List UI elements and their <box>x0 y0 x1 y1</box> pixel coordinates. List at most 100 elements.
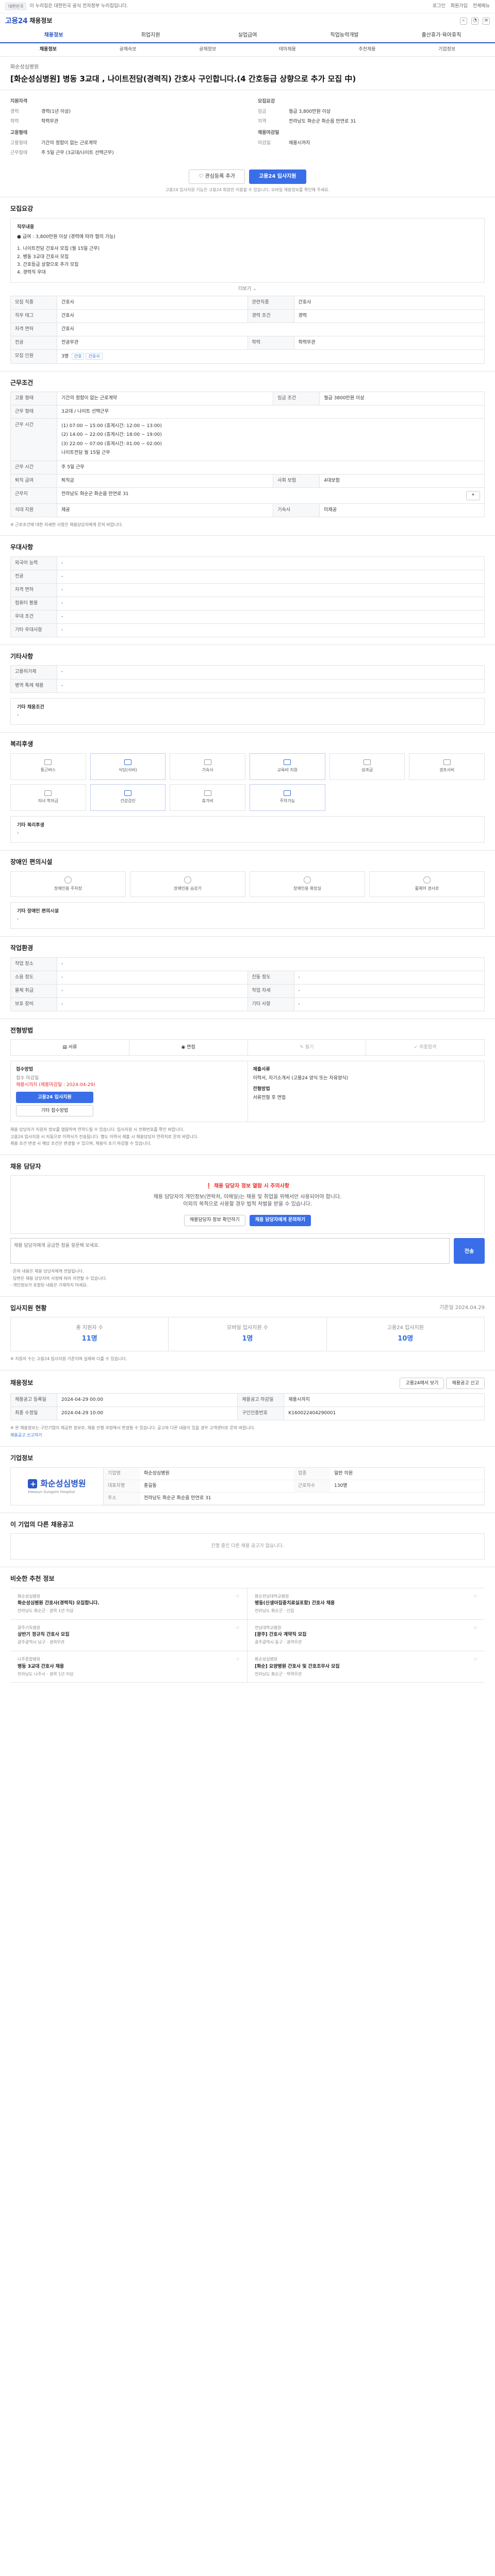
company-name[interactable]: 화순성심병원 <box>10 64 485 72</box>
nav-job[interactable]: 채용정보 <box>5 32 102 40</box>
signup-link[interactable]: 회원가입 <box>451 3 468 10</box>
apply-button[interactable]: 고용24 입사지원 <box>249 169 306 184</box>
job-title-link[interactable]: [화순] 요양병원 간호사 및 간호조무사 모집 <box>255 1664 477 1670</box>
empty-state: 진행 중인 다른 채용 공고가 없습니다. <box>10 1533 485 1560</box>
list-item[interactable]: ☆ 나주종합병원 병동 3교대 간호사 채용 전라남도 나주시 · 경력 1년 이상 <box>10 1651 248 1683</box>
report-button[interactable]: 채용공고 신고 <box>446 1378 485 1389</box>
table-header: 보호 장비 <box>10 997 57 1011</box>
star-icon[interactable]: ☆ <box>236 1656 240 1663</box>
allmenu-link[interactable]: 전체메뉴 <box>473 3 490 10</box>
star-icon[interactable]: ☆ <box>236 1625 240 1632</box>
wage-value: 월급 3,800만원 이상 <box>289 109 331 114</box>
menu-icon[interactable]: ≡ <box>483 18 490 25</box>
nav-support[interactable]: 취업지원 <box>102 32 199 40</box>
list-item[interactable]: ☆ 화순전남대학교병원 병동(신생아집중치료실포함) 간호사 채용 전라남도 화순군 … <box>248 1588 485 1620</box>
job-tag[interactable]: 간호 <box>71 352 85 360</box>
report-link[interactable]: 채용공고 신고하기 <box>10 1433 42 1437</box>
section-title: 모집요강 <box>10 205 34 213</box>
subnav-item[interactable]: 추천채용 <box>327 46 407 53</box>
table-header: 우대 조건 <box>10 609 57 624</box>
qa-send-button[interactable]: 전송 <box>454 1238 485 1264</box>
job-title: [화순성심병원] 병동 3교대 , 나이트전담(경력직) 간호사 구인합니다.(… <box>10 74 356 83</box>
welfare-other-head: 기타 복리후생 <box>17 822 44 828</box>
job-title-link[interactable]: 화순성심병원 간호사(경력직) 모집합니다. <box>18 1600 240 1607</box>
etc-value: - <box>17 712 19 718</box>
job-title-link[interactable]: 병동 3교대 간호사 채용 <box>18 1664 240 1670</box>
qa-input[interactable] <box>10 1238 450 1264</box>
workcond-note: ※ 근로조건에 대한 자세한 사항은 채용담당자에게 문의 바랍니다. <box>10 522 123 527</box>
star-icon[interactable]: ☆ <box>473 1656 477 1663</box>
workcond-section: 근무조건 고용 형태 기간의 정함이 없는 근로계약 임금 조건 월급 3800만원 … <box>0 370 495 536</box>
note-item: 고용24 입사지원 시 자동으로 이력서가 전송됩니다. 별도 이력서 제출 시… <box>10 1134 199 1139</box>
gift-icon <box>443 759 451 766</box>
deadline-label: 마감일 <box>258 140 271 146</box>
welfare-label: 자녀 학자금 <box>38 799 58 804</box>
table-header: 퇴직 급여 <box>10 473 57 488</box>
table-header: 진동 정도 <box>247 970 294 985</box>
note-item: 채용 조건 변경 시 해당 조건은 변경될 수 있으며, 채용이 조기 마감될 … <box>10 1141 152 1146</box>
scrap-button[interactable]: ♡ 관심등록 추가 <box>189 169 245 184</box>
shift-line: 나이트전담 월 15일 근무 <box>61 450 110 455</box>
more-button[interactable]: 더보기 ⌄ <box>10 283 485 296</box>
star-icon[interactable]: ☆ <box>236 1594 240 1600</box>
more-label: 더보기 <box>238 286 252 292</box>
site-logo[interactable]: 고용24 <box>5 16 28 26</box>
table-header: 기타 사항 <box>247 997 294 1011</box>
welfare-other-box: 기타 복리후생 - <box>10 816 485 843</box>
section-title: 전형방법 <box>10 1026 34 1034</box>
subnav-item[interactable]: 테마채용 <box>248 46 327 53</box>
apply-button-2[interactable]: 고용24 입사지원 <box>16 1092 93 1104</box>
job-meta: 전라남도 화순군 · 경력 1년 이상 <box>18 1608 74 1614</box>
contact-ask-button[interactable]: 채용 담당자에게 문의하기 <box>249 1214 311 1226</box>
welfare-item: 경조사비 <box>409 753 485 780</box>
job-title-link[interactable]: [광주] 간호사 계약직 모집 <box>255 1632 477 1638</box>
status-note: ※ 지원자 수는 고용24 입사지원 기준이며 실제와 다를 수 있습니다. <box>10 1357 127 1362</box>
view-on-site-button[interactable]: 고용24에서 보기 <box>400 1378 444 1389</box>
disability-item: 장애인용 화장실 <box>250 871 365 897</box>
other-apply-button[interactable]: 기타 접수방법 <box>16 1105 93 1117</box>
job-tag[interactable]: 간호사 <box>86 352 103 360</box>
elevator-icon <box>184 876 191 884</box>
pen-icon: ✎ <box>300 1044 305 1050</box>
subnav-item[interactable]: 공채정보 <box>168 46 248 53</box>
subnav-item[interactable]: 기업정보 <box>407 46 487 53</box>
duty-content: 직무내용 ● 급여 : 3,800만원 이상 (경력에 따라 협의 가능) 1.… <box>10 217 485 283</box>
list-item[interactable]: ☆ 화순성심병원 화순성심병원 간호사(경력직) 모집합니다. 전라남도 화순군 · … <box>10 1588 248 1620</box>
search-icon[interactable]: ⌕ <box>460 18 467 25</box>
table-header: 근무 시간 <box>10 460 57 474</box>
procedure-notes: 채용 담당자가 지원자 정보를 열람하여 연락드릴 수 있습니다. 입사지원 시… <box>10 1126 485 1147</box>
subnav-item[interactable]: 채용정보 <box>8 46 88 53</box>
list-item[interactable]: ☆ 광주기독병원 상반기 정규직 간호사 모집 광주광역시 남구 · 경력무관 <box>10 1619 248 1652</box>
job-title-link[interactable]: 병동(신생아집중치료실포함) 간호사 채용 <box>255 1600 477 1607</box>
table-cell: 월급 3800만원 이상 <box>319 392 485 406</box>
star-icon[interactable]: ☆ <box>473 1625 477 1632</box>
nav-unemployment[interactable]: 실업급여 <box>199 32 296 40</box>
table-cell: - <box>57 997 248 1011</box>
duty-line: 2. 병동 3교대 간호사 모집 <box>17 254 69 260</box>
nav-leave[interactable]: 출산휴가·육아휴직 <box>393 32 490 40</box>
welfare-label: 휴가비 <box>202 799 213 804</box>
contact-info-button[interactable]: 채용담당자 정보 확인하기 <box>184 1214 245 1226</box>
nav-training[interactable]: 직업능력개발 <box>296 32 393 40</box>
place-label: 지역 <box>258 118 267 124</box>
step-label: 서류 <box>68 1044 77 1050</box>
disability-item: 장애인용 주차장 <box>10 871 126 897</box>
table-header: 채용공고 마감일 <box>237 1393 285 1408</box>
map-button[interactable]: ⌖ <box>466 490 480 500</box>
user-icon[interactable]: ◔ <box>471 18 478 25</box>
section-title: 비슷한 추천 정보 <box>10 1575 55 1583</box>
table-header: 모집 직종 <box>10 295 57 310</box>
list-item[interactable]: ☆ 화순성심병원 [화순] 요양병원 간호사 및 간호조무사 모집 전라남도 화순군 … <box>248 1651 485 1683</box>
subnav-item[interactable]: 공채속보 <box>88 46 168 53</box>
star-icon[interactable]: ☆ <box>473 1594 477 1600</box>
job-title-link[interactable]: 상반기 정규직 간호사 모집 <box>18 1632 240 1638</box>
login-link[interactable]: 로그인 <box>433 3 446 10</box>
table-cell: 주 5일 근무 <box>57 460 485 474</box>
welfare-label: 건강검진 <box>120 799 136 804</box>
table-cell: 퇴직금 <box>56 473 274 488</box>
step-label: 면접 <box>187 1044 195 1050</box>
info-label: 주소 <box>104 1492 140 1505</box>
table-cell: - <box>57 583 485 597</box>
contact-warning-text: 채용 담당자 정보 열람 시 주의사항 <box>213 1183 290 1190</box>
list-item[interactable]: ☆ 전남대학교병원 [광주] 간호사 계약직 모집 광주광역시 동구 · 경력무관 <box>248 1620 485 1652</box>
